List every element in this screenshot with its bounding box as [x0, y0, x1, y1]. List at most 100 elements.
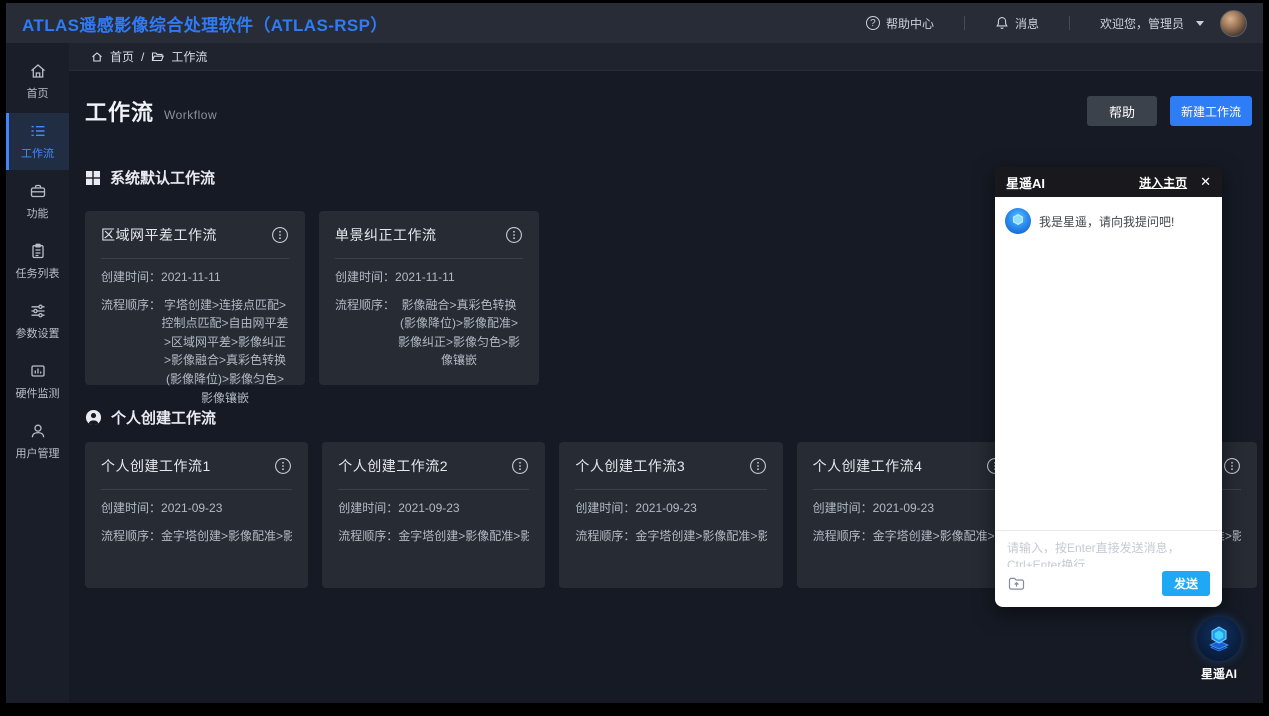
workflow-card[interactable]: 个人创建工作流4 创建时间：2021-09-23 流程顺序：金字塔创建>影像配准… — [797, 442, 1020, 588]
process-label: 流程顺序： — [338, 527, 398, 546]
clipboard-icon — [29, 242, 47, 260]
more-options-icon[interactable] — [271, 226, 289, 244]
divider — [575, 489, 766, 490]
created-value: 2021-09-23 — [161, 499, 292, 518]
workflow-card[interactable]: 个人创建工作流2 创建时间：2021-09-23 流程顺序：金字塔创建>影像配准… — [322, 442, 545, 588]
close-icon[interactable]: ✕ — [1200, 174, 1211, 190]
workflow-card[interactable]: 个人创建工作流3 创建时间：2021-09-23 流程顺序：金字塔创建>影像配准… — [559, 442, 782, 588]
breadcrumb-separator: / — [141, 50, 144, 64]
workflow-icon — [29, 122, 47, 140]
workflow-card[interactable]: 单景纠正工作流 创建时间：2021-11-11 流程顺序：影像融合>真彩色转换(… — [319, 211, 539, 385]
hardware-monitor-icon — [29, 362, 47, 380]
more-options-icon[interactable] — [505, 226, 523, 244]
sidebar-item-hardware[interactable]: 硬件监测 — [6, 353, 69, 410]
breadcrumb-home[interactable]: 首页 — [110, 48, 134, 65]
created-value: 2021-09-23 — [635, 499, 766, 518]
section-title: 系统默认工作流 — [110, 167, 215, 188]
sidebar-item-parameters[interactable]: 参数设置 — [6, 293, 69, 350]
chat-title: 星遥AI — [1006, 173, 1045, 192]
user-avatar[interactable] — [1220, 10, 1247, 37]
section-title: 个人创建工作流 — [111, 407, 216, 428]
top-header: ATLAS遥感影像综合处理软件（ATLAS-RSP） ? 帮助中心 消息 欢迎您… — [6, 3, 1263, 43]
help-center-link[interactable]: ? 帮助中心 — [866, 15, 934, 32]
sidebar-item-label: 功能 — [27, 205, 49, 221]
sidebar-item-label: 首页 — [27, 85, 49, 101]
sidebar-item-workflow[interactable]: 工作流 — [6, 113, 69, 170]
ai-assistant-launcher[interactable]: 星遥AI — [1191, 617, 1247, 682]
user-circle-icon — [85, 409, 102, 426]
upload-file-icon[interactable] — [1007, 574, 1026, 593]
sidebar-item-home[interactable]: 首页 — [6, 53, 69, 110]
more-options-icon[interactable] — [511, 457, 529, 475]
sidebar-item-functions[interactable]: 功能 — [6, 173, 69, 230]
sidebar-item-label: 任务列表 — [16, 265, 60, 281]
sliders-icon — [29, 302, 47, 320]
more-options-icon[interactable] — [1223, 457, 1241, 475]
ai-logo-icon[interactable] — [1197, 617, 1241, 661]
user-menu[interactable]: 欢迎您，管理员 — [1100, 10, 1247, 37]
created-label: 创建时间： — [101, 499, 161, 518]
breadcrumb: 首页 / 工作流 — [69, 43, 1263, 71]
process-label: 流程顺序： — [101, 527, 161, 546]
new-workflow-button[interactable]: 新建工作流 — [1170, 96, 1252, 126]
grid-icon — [85, 170, 101, 186]
process-value: 影像融合>真彩色转换(影像降位)>影像配准>影像纠正>影像匀色>影像镶嵌 — [395, 296, 523, 370]
chevron-down-icon — [1196, 21, 1204, 26]
card-title: 个人创建工作流1 — [101, 456, 211, 476]
workflow-card[interactable]: 个人创建工作流1 创建时间：2021-09-23 流程顺序：金字塔创建>影像配准… — [85, 442, 308, 588]
created-value: 2021-11-11 — [395, 268, 523, 287]
process-value: 金字塔创建>影像配准>影像融 — [635, 527, 766, 546]
sidebar-item-label: 参数设置 — [16, 325, 60, 341]
created-label: 创建时间： — [335, 268, 395, 287]
card-title: 个人创建工作流2 — [338, 456, 448, 476]
send-button[interactable]: 发送 — [1162, 571, 1210, 596]
page-title: 工作流 — [85, 95, 154, 127]
workflow-card[interactable]: 区域网平差工作流 创建时间：2021-11-11 流程顺序：字塔创建>连接点匹配… — [85, 211, 305, 385]
chat-input[interactable] — [995, 531, 1222, 567]
process-label: 流程顺序： — [335, 296, 395, 370]
messages-link[interactable]: 消息 — [995, 15, 1039, 32]
header-divider — [1069, 16, 1070, 30]
messages-label: 消息 — [1015, 15, 1039, 32]
created-value: 2021-09-23 — [873, 499, 1004, 518]
bot-avatar — [1005, 208, 1031, 234]
sidebar-item-users[interactable]: 用户管理 — [6, 413, 69, 470]
more-options-icon[interactable] — [274, 457, 292, 475]
header-divider — [964, 16, 965, 30]
chat-message-text: 我是星遥，请向我提问吧! — [1039, 208, 1174, 230]
created-label: 创建时间： — [575, 499, 635, 518]
divider — [338, 489, 529, 490]
folder-open-icon — [151, 50, 164, 63]
process-value: 金字塔创建>影像配准>影像融 — [161, 527, 292, 546]
divider — [101, 489, 292, 490]
process-value: 金字塔创建>影像配准>影像融 — [398, 527, 529, 546]
process-label: 流程顺序： — [813, 527, 873, 546]
help-center-label: 帮助中心 — [886, 15, 934, 32]
created-label: 创建时间： — [101, 268, 161, 287]
help-question-icon: ? — [866, 16, 880, 30]
toolbox-icon — [29, 182, 47, 200]
home-icon — [91, 51, 103, 63]
process-label: 流程顺序： — [575, 527, 635, 546]
process-value: 金字塔创建>影像配准>影像融 — [873, 527, 1004, 546]
card-title: 个人创建工作流4 — [813, 456, 923, 476]
divider — [101, 258, 289, 259]
sidebar-item-label: 用户管理 — [16, 445, 60, 461]
created-label: 创建时间： — [813, 499, 873, 518]
ai-launcher-label: 星遥AI — [1191, 665, 1247, 682]
sidebar-item-task-list[interactable]: 任务列表 — [6, 233, 69, 290]
chat-input-area: 发送 — [995, 530, 1222, 607]
process-value: 字塔创建>连接点匹配>控制点匹配>自由网平差>区域网平差>影像纠正>影像融合>真… — [161, 296, 289, 408]
created-value: 2021-09-23 — [398, 499, 529, 518]
card-title: 个人创建工作流3 — [575, 456, 685, 476]
card-title: 单景纠正工作流 — [335, 225, 437, 245]
app-window: ATLAS遥感影像综合处理软件（ATLAS-RSP） ? 帮助中心 消息 欢迎您… — [6, 3, 1263, 703]
welcome-label: 欢迎您，管理员 — [1100, 15, 1184, 32]
more-options-icon[interactable] — [749, 457, 767, 475]
chat-home-link[interactable]: 进入主页 — [1139, 174, 1187, 191]
sidebar: 首页 工作流 功能 — [6, 43, 69, 703]
page-subtitle: Workflow — [164, 108, 217, 122]
bell-icon — [995, 16, 1009, 30]
help-button[interactable]: 帮助 — [1087, 96, 1157, 126]
app-title: ATLAS遥感影像综合处理软件（ATLAS-RSP） — [22, 11, 388, 36]
